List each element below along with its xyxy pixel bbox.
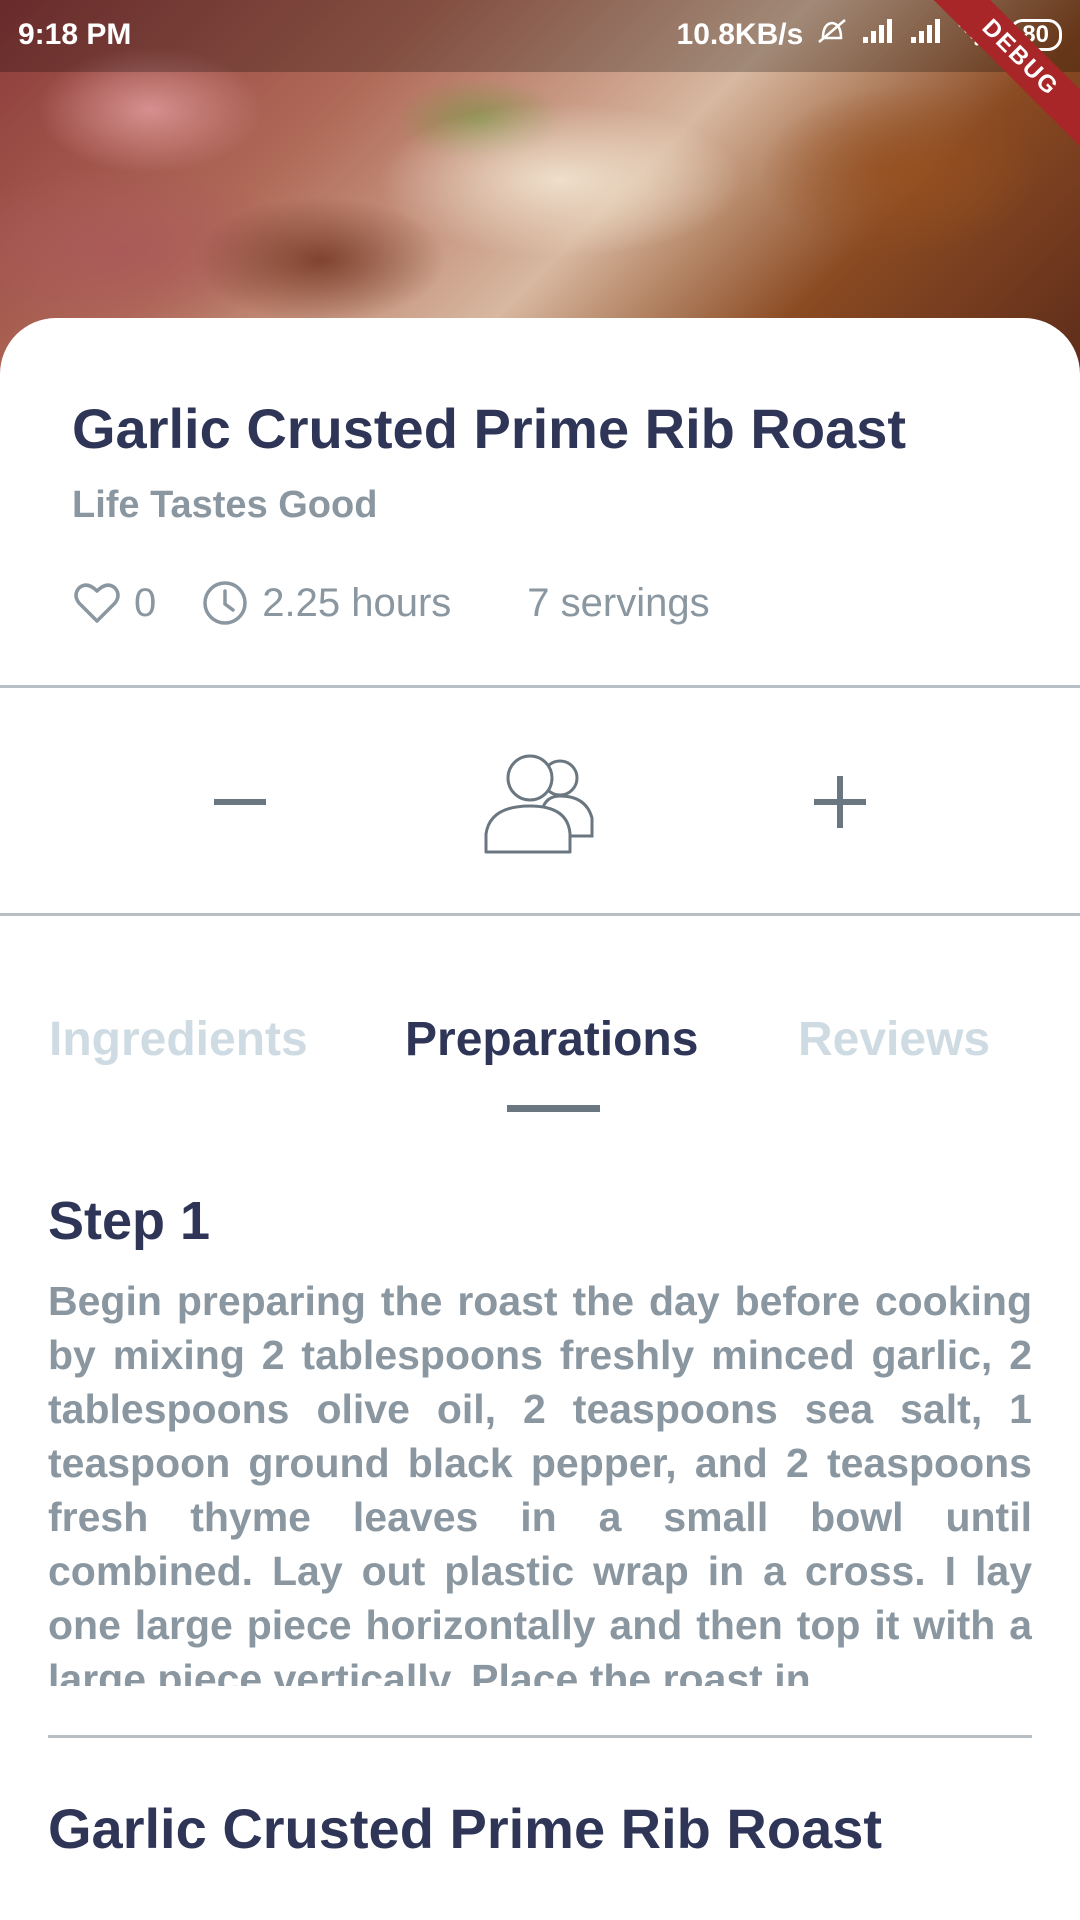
recipe-meta: 0 2.25 hours 7 servings (74, 580, 710, 626)
status-time: 9:18 PM (18, 18, 132, 51)
divider (0, 685, 1080, 688)
servings-people-indicator (484, 748, 596, 861)
increase-servings-button[interactable] (810, 774, 870, 839)
signal-icon (909, 17, 945, 53)
cook-time: 2.25 hours (202, 580, 451, 626)
recipe-title: Garlic Crusted Prime Rib Roast (72, 397, 907, 460)
recipe-info-card: Garlic Crusted Prime Rib Roast Life Tast… (0, 318, 1080, 688)
divider (48, 1735, 1032, 1738)
active-tab-indicator (507, 1105, 600, 1112)
like-button[interactable]: 0 (74, 581, 156, 626)
cook-time-value: 2.25 hours (262, 580, 452, 625)
people-icon (484, 754, 596, 860)
servings-value: 7 servings (527, 580, 710, 625)
signal-icon (861, 17, 897, 53)
plus-icon (810, 776, 870, 838)
network-speed: 10.8KB/s (676, 18, 804, 51)
recipe-section-title: Garlic Crusted Prime Rib Roast (48, 1797, 883, 1860)
clock-icon (202, 580, 248, 626)
like-count: 0 (134, 580, 157, 625)
tab-reviews[interactable]: Reviews (798, 1012, 990, 1067)
servings: 7 servings (527, 581, 709, 626)
tab-preparations[interactable]: Preparations (405, 1012, 698, 1067)
divider (0, 913, 1080, 916)
minus-icon (210, 799, 270, 838)
step-description: Begin preparing the roast the day before… (48, 1278, 1032, 1686)
recipe-source: Life Tastes Good (72, 484, 378, 526)
mute-alarm-icon (815, 16, 849, 54)
step-title: Step 1 (48, 1191, 211, 1251)
heart-icon (74, 582, 120, 624)
tab-ingredients[interactable]: Ingredients (49, 1012, 308, 1067)
decrease-servings-button[interactable] (210, 774, 270, 839)
status-bar: 9:18 PM 10.8KB/s 80 (0, 0, 1080, 72)
